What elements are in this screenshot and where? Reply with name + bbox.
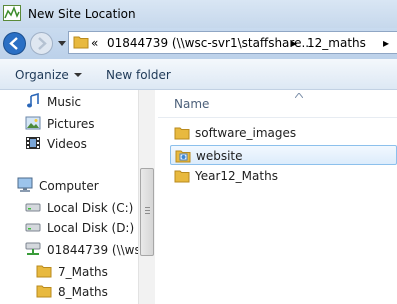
sidebar-item-label: Computer	[39, 179, 99, 193]
sidebar-item-label: Pictures	[47, 117, 95, 131]
sidebar-item-label: Videos	[47, 137, 87, 151]
new-folder-button[interactable]: New folder	[106, 68, 171, 82]
file-name: website	[196, 149, 243, 163]
address-bar[interactable]: « 01844739 (\\wsc-svr1\staffshare... ▸ 1…	[68, 31, 397, 54]
grip-line	[145, 213, 150, 214]
file-row-year12-maths[interactable]: Year12_Maths	[170, 166, 397, 186]
back-button[interactable]	[2, 31, 27, 56]
folder-icon	[36, 285, 52, 298]
file-name: software_images	[195, 126, 297, 140]
sort-ascending-icon	[295, 93, 303, 98]
web-folder-icon	[175, 150, 191, 163]
title-bar: New Site Location	[0, 0, 397, 28]
address-overflow[interactable]: «	[91, 36, 98, 50]
hard-drive-icon	[25, 203, 41, 212]
chevron-down-icon	[73, 73, 82, 77]
folder-icon	[73, 36, 89, 49]
breadcrumb-share[interactable]: 01844739 (\\wsc-svr1\staffshare...	[107, 36, 313, 50]
folder-icon	[174, 170, 190, 183]
folder-icon	[36, 265, 52, 278]
hard-drive-icon	[25, 223, 41, 232]
navigation-pane-scrollbar[interactable]	[138, 90, 155, 304]
command-bar: Organize New folder	[0, 59, 397, 90]
organize-label: Organize	[15, 68, 69, 82]
file-row-website[interactable]: website	[170, 145, 397, 165]
column-divider	[158, 117, 397, 118]
file-name: Year12_Maths	[195, 169, 278, 183]
breadcrumb-separator[interactable]: ▸	[291, 36, 297, 50]
folder-icon	[174, 127, 190, 140]
recent-pages-dropdown[interactable]	[58, 41, 66, 46]
file-row-software-images[interactable]: software_images	[170, 123, 397, 143]
breadcrumb-current[interactable]: 12_maths	[307, 36, 366, 50]
file-list: Name software_images website Year12_Math…	[158, 90, 397, 304]
forward-button[interactable]	[29, 31, 54, 56]
scrollbar-thumb[interactable]	[140, 168, 154, 256]
sidebar-item-label: 01844739 (\\wsc-	[47, 243, 138, 257]
sidebar-item-label: 8_Maths	[58, 285, 108, 299]
window-title: New Site Location	[28, 7, 136, 21]
pictures-icon	[25, 116, 41, 130]
organize-button[interactable]: Organize	[15, 68, 82, 82]
music-icon	[27, 93, 39, 108]
column-header-name[interactable]: Name	[174, 97, 209, 111]
videos-icon	[26, 137, 40, 149]
network-drive-icon	[25, 242, 41, 255]
sidebar-item-label: Music	[47, 95, 82, 109]
computer-icon	[17, 177, 33, 192]
grip-line	[145, 210, 150, 211]
navigation-pane: Music Pictures Videos Computer Local Dis…	[0, 90, 138, 304]
sidebar-item-label: Local Disk (C:)	[47, 201, 134, 215]
navigation-bar: « 01844739 (\\wsc-svr1\staffshare... ▸ 1…	[0, 28, 397, 59]
breadcrumb-separator[interactable]: ▸	[383, 36, 389, 50]
app-icon	[3, 5, 21, 21]
grip-line	[145, 207, 150, 208]
sidebar-item-label: 7_Maths	[58, 265, 108, 279]
sidebar-item-label: Local Disk (D:)	[47, 221, 135, 235]
